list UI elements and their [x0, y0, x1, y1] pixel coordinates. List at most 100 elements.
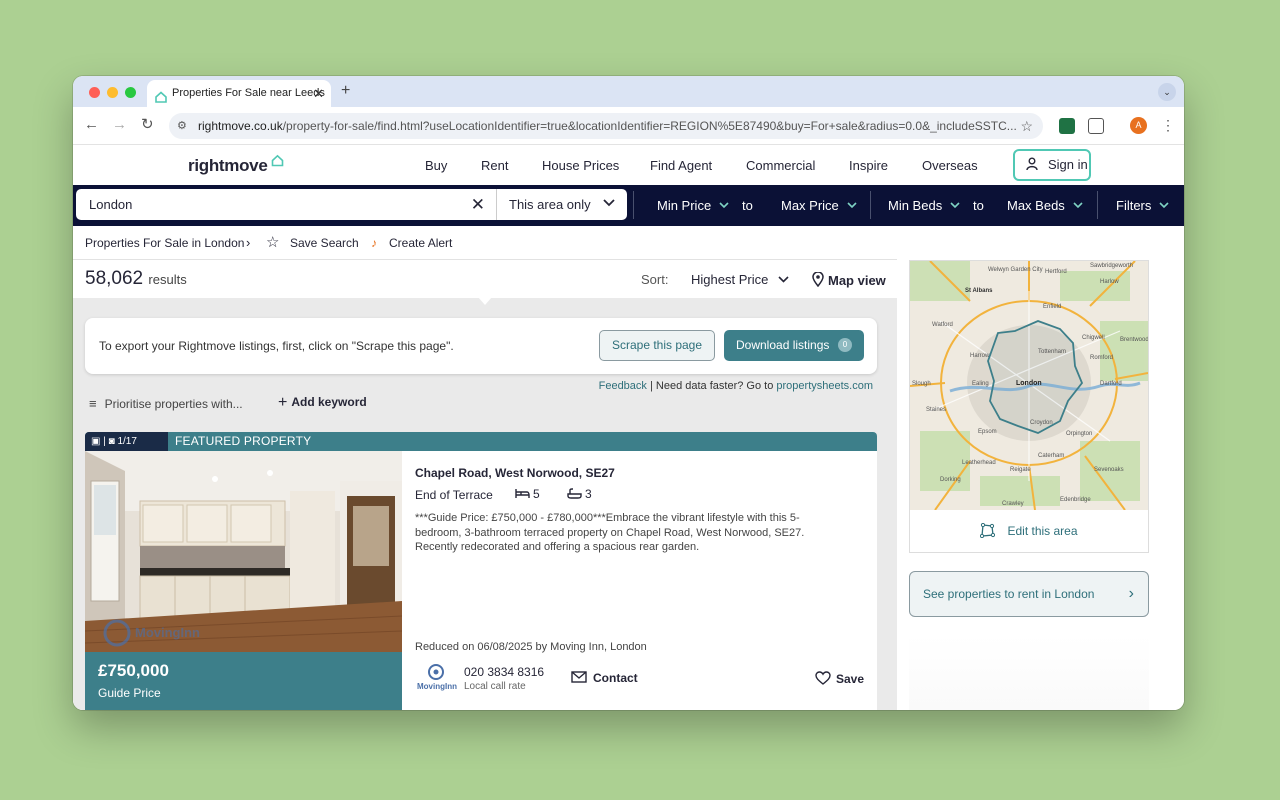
feedback-line: Feedback | Need data faster? Go to prope… [598, 380, 873, 392]
min-price-select[interactable]: Min Price [657, 198, 729, 213]
bookmark-star-icon[interactable]: ☆ [1020, 113, 1033, 139]
close-window-button[interactable] [89, 87, 100, 98]
site-info-icon[interactable]: ⚙ [177, 113, 187, 139]
property-photo[interactable]: MovingInn [85, 451, 402, 652]
radius-value: This area only [509, 197, 591, 212]
download-label: Download listings [736, 338, 830, 352]
download-count-badge: 0 [838, 338, 852, 352]
agent-phone[interactable]: 020 3834 8316 [464, 665, 544, 679]
property-info: Chapel Road, West Norwood, SE27 End of T… [415, 451, 865, 710]
agent-logo[interactable]: MovingInn [415, 663, 457, 693]
svg-text:Ealing: Ealing [972, 381, 989, 387]
scrape-page-button[interactable]: Scrape this page [599, 330, 715, 361]
contact-label: Contact [593, 671, 638, 685]
user-icon [1026, 157, 1038, 171]
forward-icon[interactable]: → [112, 116, 127, 134]
photo-meta: ▣ | ◙ 1/17 [85, 432, 168, 451]
browser-tab-active[interactable]: Properties For Sale near Leeds ✕ [147, 80, 331, 107]
url-domain: rightmove.co.uk [198, 119, 283, 133]
floorplan-icon[interactable]: ▣ [91, 436, 100, 447]
results-panel: To export your Rightmove listings, first… [73, 297, 897, 710]
heart-icon [815, 671, 831, 685]
nav-commercial[interactable]: Commercial [746, 158, 815, 173]
breadcrumb-link[interactable]: Properties For Sale in London [85, 226, 244, 260]
bedrooms-count: 5 [533, 487, 540, 501]
notch [478, 297, 492, 305]
svg-text:Caterham: Caterham [1038, 453, 1064, 459]
star-icon[interactable]: ☆ [266, 226, 279, 260]
nav-house-prices[interactable]: House Prices [542, 158, 619, 173]
sign-in-button[interactable]: Sign in [1013, 149, 1091, 181]
svg-text:Leatherhead: Leatherhead [962, 460, 996, 466]
property-address[interactable]: Chapel Road, West Norwood, SE27 [415, 466, 615, 480]
svg-text:St Albans: St Albans [965, 288, 993, 294]
filters-button[interactable]: Filters [1116, 198, 1169, 213]
save-search-link[interactable]: Save Search [290, 226, 359, 260]
map-view-button[interactable]: Map view [812, 271, 886, 288]
extensions-puzzle-icon[interactable] [1088, 118, 1104, 134]
sign-in-label: Sign in [1048, 157, 1088, 172]
svg-text:Staines: Staines [926, 407, 946, 413]
results-label: results [148, 272, 187, 287]
close-tab-icon[interactable]: ✕ [313, 80, 324, 107]
divider [633, 191, 634, 219]
rent-properties-link[interactable]: See properties to rent in London › [909, 571, 1149, 617]
camera-icon: ◙ [108, 436, 115, 447]
tab-search-chevron-icon[interactable]: ⌄ [1158, 83, 1176, 101]
logo-house-icon [271, 154, 284, 167]
svg-text:Harrow: Harrow [970, 353, 990, 359]
price-box: £750,000 Guide Price [85, 652, 402, 710]
create-alert-link[interactable]: Create Alert [389, 226, 452, 260]
map-pin-icon [812, 271, 824, 288]
chevron-down-icon [778, 276, 789, 283]
property-card[interactable]: ▣ | ◙ 1/17 FEATURED PROPERTY MovingInn £… [85, 432, 877, 710]
svg-text:Brentwood: Brentwood [1120, 337, 1148, 343]
envelope-icon [571, 671, 587, 683]
edit-area-button[interactable]: Edit this area [910, 510, 1148, 553]
svg-text:Sevenoaks: Sevenoaks [1094, 467, 1124, 473]
add-keyword-label: Add keyword [291, 395, 367, 409]
edit-area-label: Edit this area [1007, 524, 1078, 538]
sort-select[interactable]: Highest Price [691, 272, 789, 287]
maximize-window-button[interactable] [125, 87, 136, 98]
nav-rent[interactable]: Rent [481, 158, 508, 173]
contact-button[interactable]: Contact [571, 671, 638, 685]
scraper-banner: To export your Rightmove listings, first… [85, 318, 877, 374]
profile-avatar[interactable]: A [1130, 117, 1147, 134]
address-bar[interactable]: ⚙ rightmove.co.uk/property-for-sale/find… [169, 113, 1043, 139]
property-type: End of Terrace [415, 488, 493, 502]
rightmove-favicon-icon [155, 87, 167, 107]
svg-text:Orpington: Orpington [1066, 431, 1092, 437]
nav-inspire[interactable]: Inspire [849, 158, 888, 173]
svg-text:Dorking: Dorking [940, 477, 961, 483]
clear-location-icon[interactable]: ✕ [471, 189, 485, 220]
logo-text: rightmove [188, 156, 268, 175]
max-price-select[interactable]: Max Price [781, 198, 857, 213]
prioritise-filter[interactable]: ≡ Prioritise properties with... [89, 396, 243, 411]
browser-menu-icon[interactable]: ⋮ [1161, 116, 1175, 134]
location-search-input[interactable]: London ✕ [76, 189, 496, 220]
nav-buy[interactable]: Buy [425, 158, 447, 173]
nav-find-agent[interactable]: Find Agent [650, 158, 712, 173]
download-listings-button[interactable]: Download listings 0 [724, 330, 864, 361]
radius-select[interactable]: This area only [496, 189, 627, 220]
excel-extension-icon[interactable] [1059, 118, 1075, 134]
feedback-link[interactable]: Feedback [599, 380, 647, 392]
minimize-window-button[interactable] [107, 87, 118, 98]
max-beds-select[interactable]: Max Beds [1007, 198, 1083, 213]
save-property-button[interactable]: Save [815, 671, 864, 686]
nav-overseas[interactable]: Overseas [922, 158, 978, 173]
new-tab-icon[interactable]: + [341, 80, 350, 102]
svg-text:Slough: Slough [912, 381, 931, 387]
add-keyword-button[interactable]: + Add keyword [278, 394, 367, 412]
rightmove-logo[interactable]: rightmove [188, 154, 284, 176]
back-icon[interactable]: ← [84, 116, 99, 134]
propertysheets-link[interactable]: propertysheets.com [776, 380, 873, 392]
svg-text:Sawbridgeworth: Sawbridgeworth [1090, 263, 1133, 269]
agent-watermark: MovingInn [135, 625, 200, 640]
reload-icon[interactable]: ↻ [141, 116, 154, 134]
chevron-right-icon: › [246, 235, 251, 250]
min-beds-select[interactable]: Min Beds [888, 198, 960, 213]
area-map[interactable]: Welwyn Garden City St Albans Hertford Sa… [910, 261, 1148, 510]
divider [870, 191, 871, 219]
